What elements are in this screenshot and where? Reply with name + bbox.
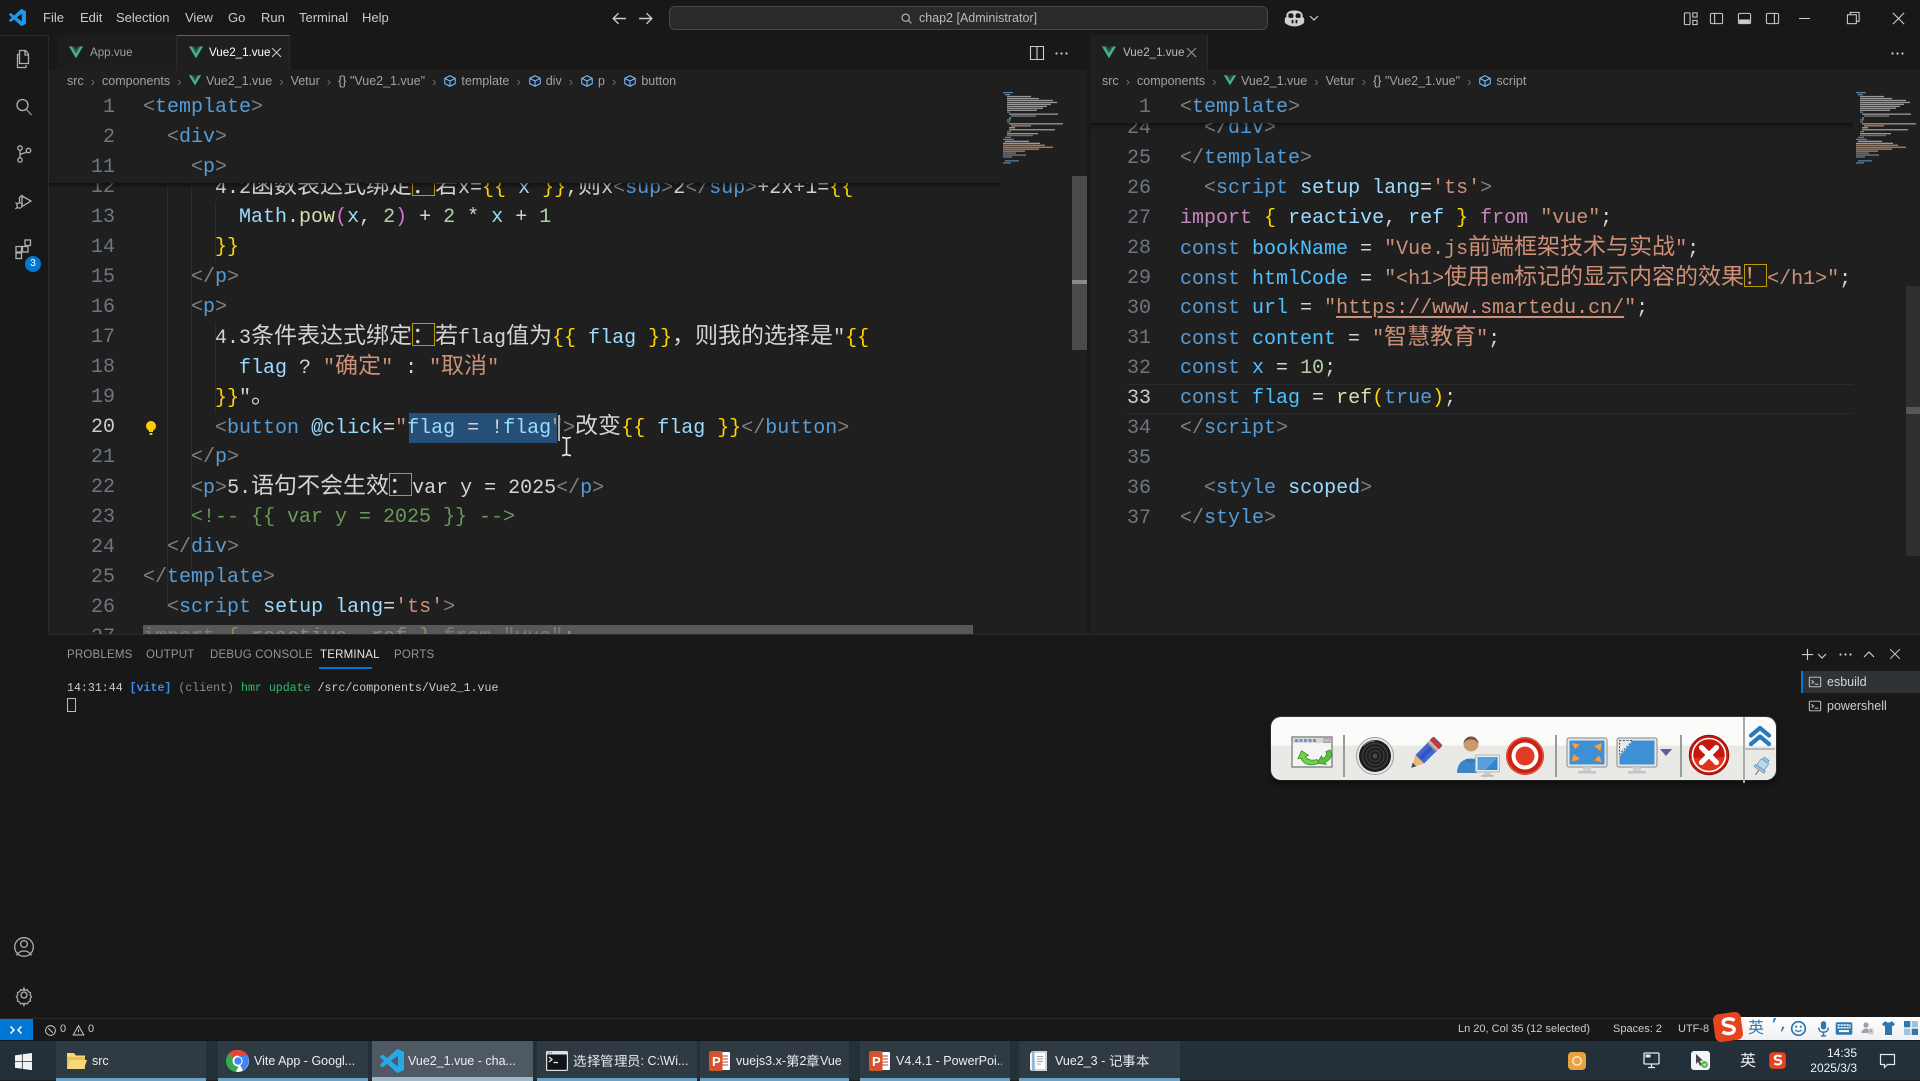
svg-text:P: P bbox=[712, 1054, 721, 1069]
svg-text:P: P bbox=[872, 1054, 881, 1069]
